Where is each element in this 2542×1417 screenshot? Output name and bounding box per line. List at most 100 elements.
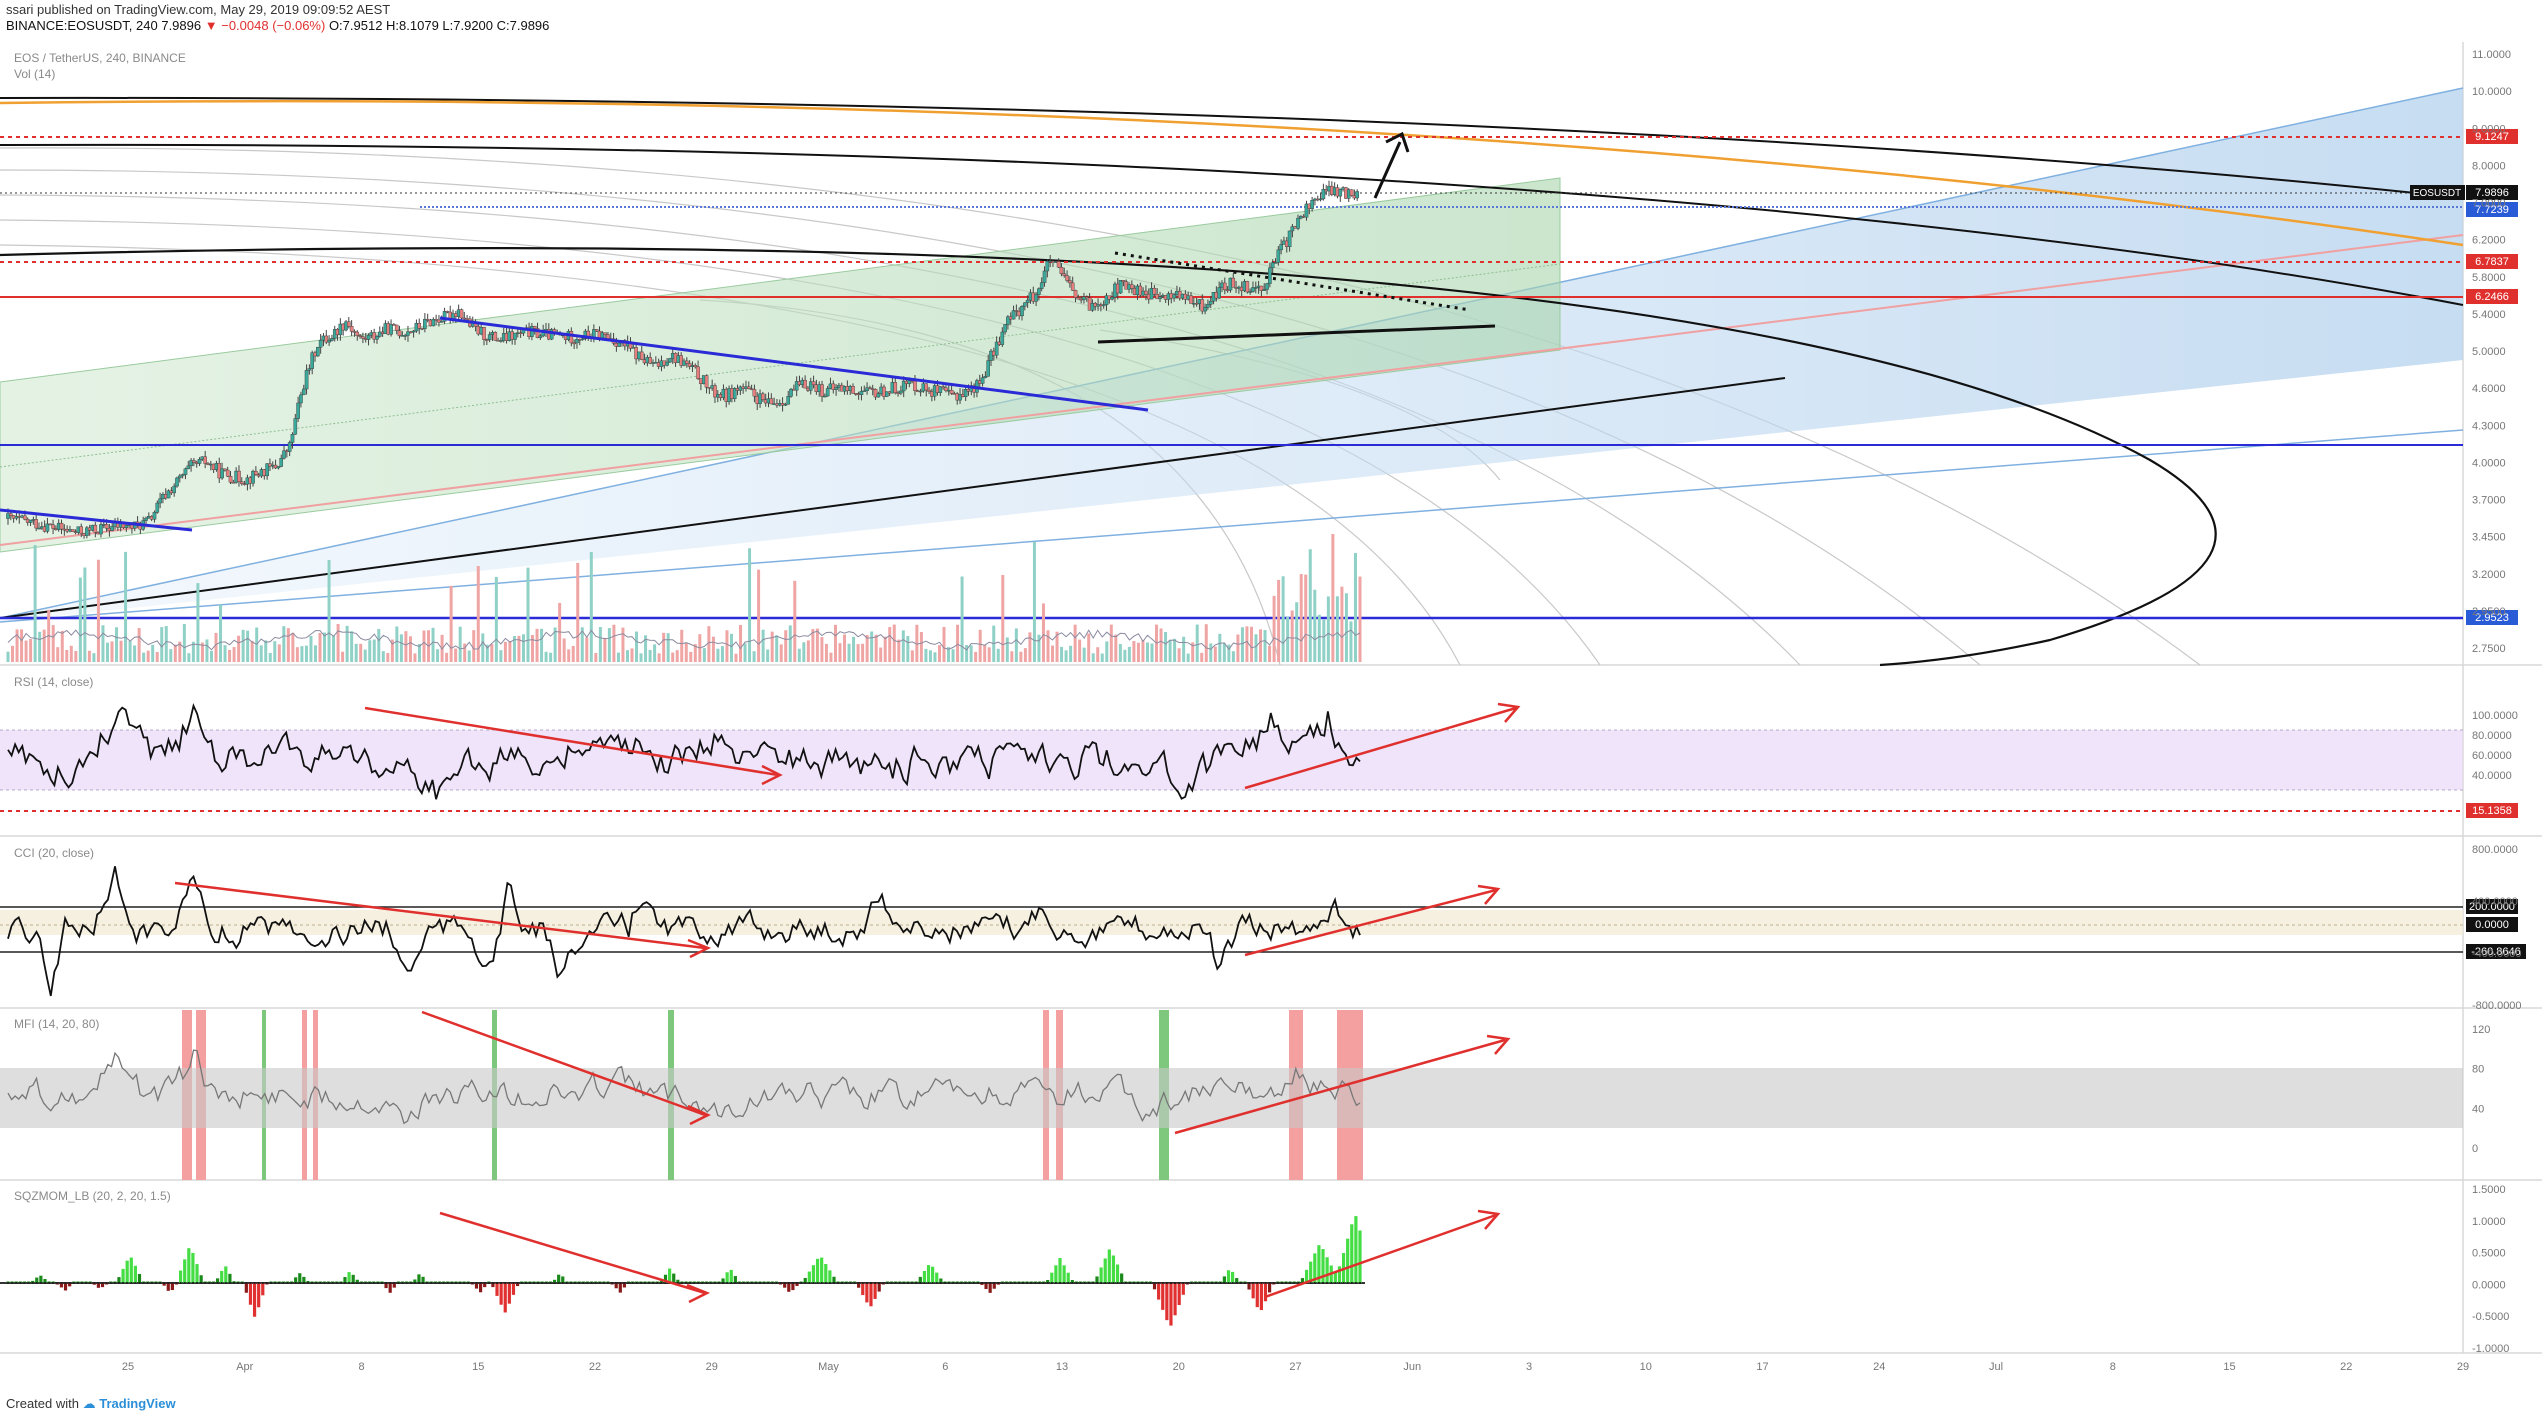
volume-bar — [675, 650, 679, 662]
sqz-dot — [270, 1282, 273, 1284]
candle-body — [1025, 299, 1030, 304]
volume-bar — [250, 640, 254, 662]
sqz-bar — [1099, 1267, 1103, 1283]
candle-body — [1222, 282, 1227, 291]
axis-tick-label: 2.7500 — [2472, 643, 2506, 655]
volume-bar — [137, 628, 141, 662]
breakout-arrow — [1373, 141, 1402, 199]
sqz-bar — [926, 1265, 931, 1283]
sqz-bar — [347, 1272, 351, 1283]
candle-body — [459, 309, 464, 319]
sqz-bar — [557, 1274, 561, 1283]
sqz-dot — [72, 1282, 75, 1284]
candle-body — [693, 365, 698, 368]
sqzmom-pane[interactable]: SQZMOM_LB (20, 2, 20, 1.5) 1.5000 1.0000 0… — [0, 1184, 2509, 1355]
tradingview-brand[interactable]: TradingView — [99, 1396, 175, 1411]
sqz-dot — [808, 1282, 811, 1284]
candle-body — [1059, 267, 1064, 274]
candle-body — [1042, 270, 1047, 283]
chart-canvas[interactable]: EOS / TetherUS, 240, BINANCE Vol (14) 9.… — [0, 0, 2542, 1417]
candle-body — [124, 525, 129, 528]
candle-body — [986, 360, 990, 377]
sqz-dot — [101, 1282, 104, 1284]
cci-pane[interactable]: CCI (20, close) 200.0000 0.0000 -260.864… — [0, 844, 2526, 1012]
volume-bar — [494, 576, 498, 662]
mfi-pane[interactable]: MFI (14, 20, 80) 120 80 40 0 — [0, 1010, 2490, 1180]
volume-bar — [83, 567, 87, 662]
volume-bar — [399, 634, 403, 662]
sqz-bar — [244, 1283, 248, 1293]
candle-body — [803, 379, 807, 389]
volume-bar — [142, 652, 146, 662]
sqz-dot — [648, 1282, 651, 1284]
volume-bar — [824, 643, 828, 662]
sqz-dot — [1256, 1282, 1259, 1284]
price-pane[interactable]: EOS / TetherUS, 240, BINANCE Vol (14) 9.… — [0, 49, 2518, 667]
sqz-dot — [574, 1282, 577, 1284]
volume-bar — [336, 624, 340, 662]
sqz-bar — [39, 1275, 43, 1283]
sqz-bar — [183, 1259, 187, 1283]
sqz-dot — [1243, 1282, 1246, 1284]
volume-bar — [1186, 653, 1190, 662]
sqz-dot — [265, 1282, 268, 1284]
candle-body — [1208, 300, 1213, 305]
candle-body — [1172, 294, 1176, 299]
sqz-dot — [113, 1282, 116, 1284]
sqz-dot — [126, 1282, 129, 1284]
volume-bar — [377, 628, 381, 662]
sqz-bar — [1111, 1255, 1116, 1283]
volume-bar — [295, 647, 299, 662]
volume-bar — [928, 650, 932, 662]
volume-bar — [413, 653, 417, 662]
volume-bar — [1069, 645, 1073, 662]
svg-text:EOSUSDT: EOSUSDT — [2413, 188, 2461, 199]
rsi-pane[interactable]: RSI (14, close) 15.1358 100.0000 80.0000 6… — [0, 675, 2518, 818]
volume-bar — [436, 649, 440, 662]
svg-text:6.2466: 6.2466 — [2475, 291, 2509, 303]
sqz-dot — [253, 1282, 256, 1284]
sqz-dot — [549, 1282, 552, 1284]
volume-bar — [1268, 645, 1272, 662]
sqz-dot — [656, 1282, 659, 1284]
candle-body — [1279, 244, 1283, 251]
sqz-dot — [475, 1282, 478, 1284]
volume-bar — [359, 643, 363, 662]
time-tick-label: 17 — [1756, 1361, 1768, 1373]
candle-body — [487, 334, 492, 340]
candle-body — [980, 377, 985, 384]
volume-bar — [603, 637, 607, 662]
volume-bar — [702, 648, 706, 662]
sqz-bar — [199, 1275, 203, 1283]
volume-bar — [662, 632, 666, 662]
volume-bar — [1218, 633, 1222, 662]
candle-body — [1020, 306, 1024, 317]
sqz-dot — [1227, 1282, 1230, 1284]
sqz-bar — [931, 1266, 935, 1283]
candle-body — [110, 526, 115, 531]
candle-body — [603, 332, 607, 335]
svg-text:15.1358: 15.1358 — [2472, 805, 2512, 817]
sqz-dot — [972, 1282, 975, 1284]
candle-body — [1110, 296, 1114, 300]
time-axis[interactable]: 25 Apr 8 15 22 29 May 6 13 20 27 Jun 3 10 17 24 Jul 8 15 22… — [122, 1361, 2469, 1373]
candle-body — [761, 393, 765, 400]
sqz-bar — [248, 1283, 253, 1305]
sqz-bar — [125, 1260, 129, 1283]
volume-bar — [625, 650, 629, 662]
sqz-dot — [939, 1282, 942, 1284]
sqz-dot — [409, 1282, 412, 1284]
volume-bar — [1019, 651, 1023, 662]
sqz-dot — [323, 1282, 326, 1284]
volume-bar — [707, 626, 711, 662]
sqz-dot — [1231, 1282, 1234, 1284]
candle-body — [158, 498, 162, 504]
sqz-dot — [857, 1282, 860, 1284]
volume-bar — [6, 651, 10, 662]
candle-body — [1310, 200, 1314, 209]
volume-bar — [1014, 628, 1018, 662]
sqz-bar — [507, 1283, 511, 1304]
sqz-dot — [1293, 1282, 1296, 1284]
volume-bar — [128, 641, 132, 662]
sqz-bar — [195, 1264, 199, 1283]
